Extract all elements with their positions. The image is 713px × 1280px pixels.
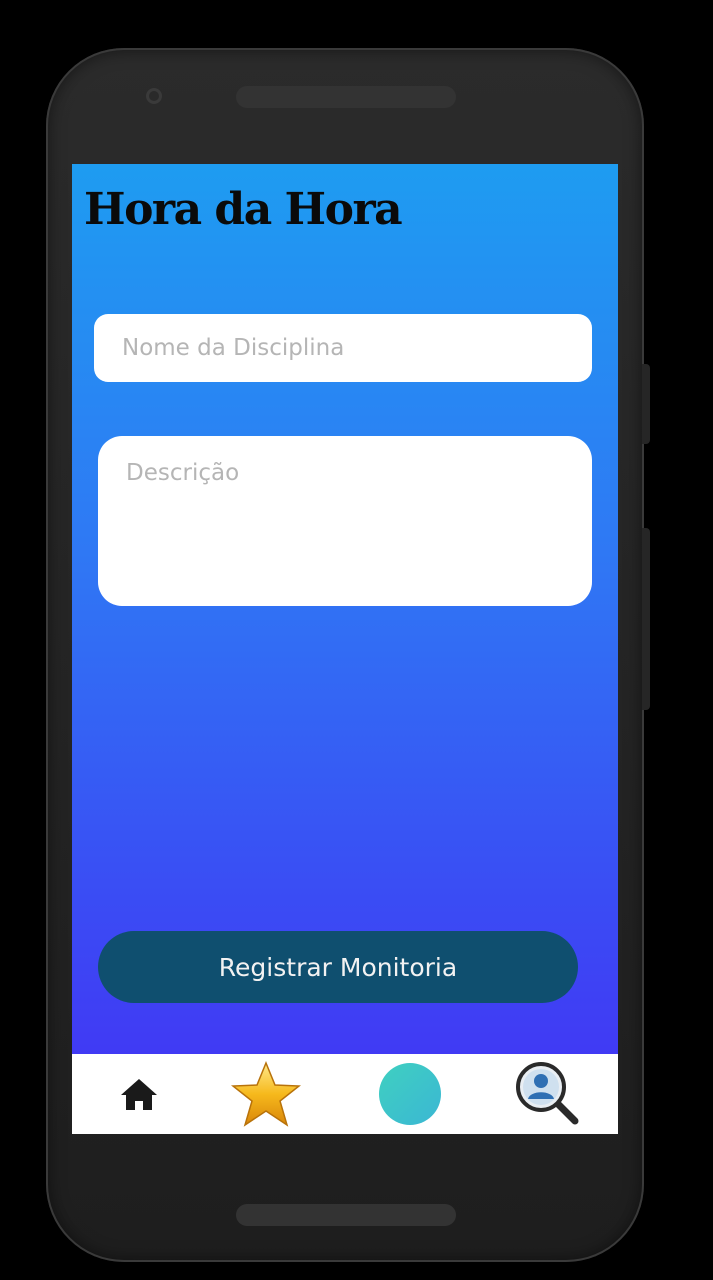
- discipline-name-input[interactable]: [94, 314, 592, 382]
- top-speaker: [236, 86, 456, 108]
- bottom-speaker: [236, 1204, 456, 1226]
- power-button: [642, 528, 650, 710]
- page-title: Hora da Hora: [84, 184, 403, 235]
- app-screen: Hora da Hora Registrar Monitoria: [72, 164, 618, 1134]
- nav-search-profile[interactable]: [512, 1054, 584, 1134]
- register-monitoria-button[interactable]: Registrar Monitoria: [98, 931, 578, 1003]
- home-icon: [121, 1079, 157, 1110]
- nav-center[interactable]: [374, 1054, 446, 1134]
- front-camera: [146, 88, 162, 104]
- nav-home[interactable]: [110, 1054, 168, 1134]
- nav-favorites[interactable]: [230, 1054, 302, 1134]
- profile-search-icon: [516, 1062, 579, 1125]
- bottom-navigation: [72, 1054, 618, 1134]
- teal-circle-icon: [379, 1063, 441, 1125]
- volume-button: [642, 364, 650, 444]
- description-textarea[interactable]: [98, 436, 592, 606]
- star-icon: [231, 1061, 301, 1127]
